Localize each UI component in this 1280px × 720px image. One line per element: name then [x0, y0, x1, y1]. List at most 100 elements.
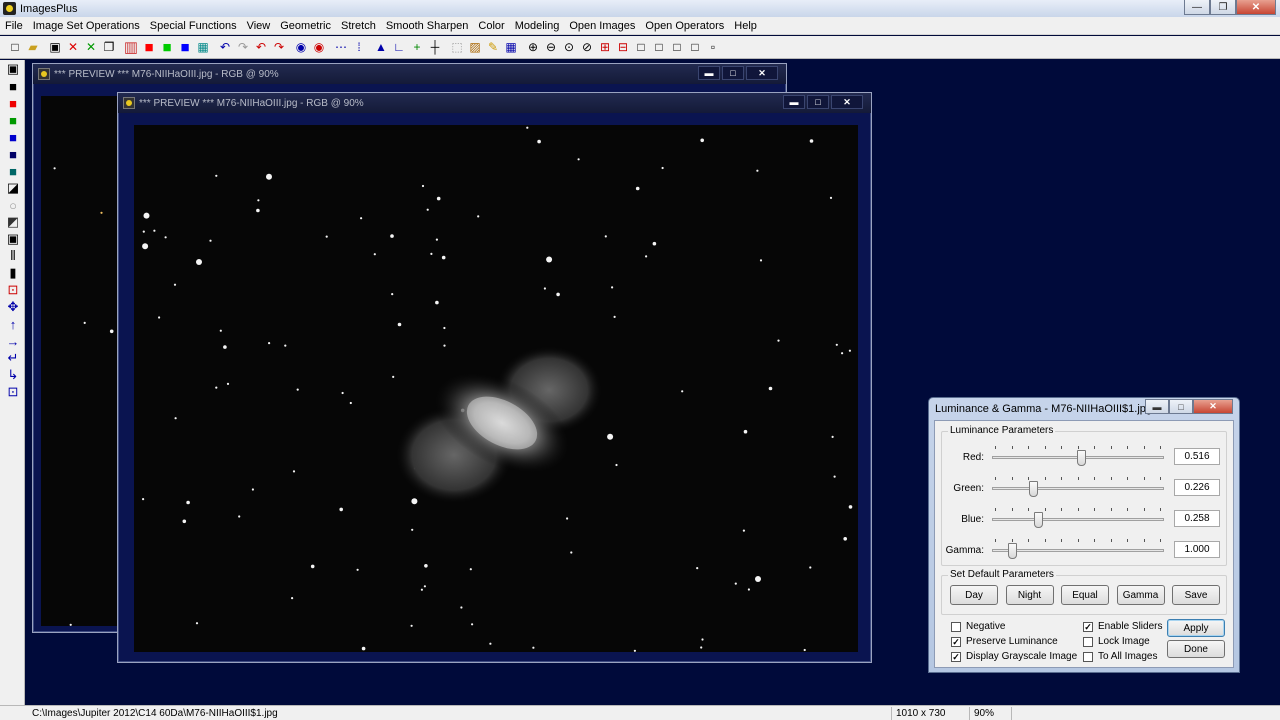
minimize-button[interactable]: —	[1184, 0, 1210, 15]
slider-thumb[interactable]	[1029, 481, 1039, 497]
dialog-maximize-button[interactable]: □	[1169, 399, 1193, 414]
red-channel-icon[interactable]: ■	[140, 38, 158, 56]
square-icon[interactable]: □	[650, 38, 668, 56]
preset-day-button[interactable]: Day	[950, 585, 998, 605]
undo-red-icon[interactable]: ↶	[252, 38, 270, 56]
checkbox-box[interactable]: ✓	[1083, 621, 1093, 632]
checkbox-display-grayscale-image[interactable]: ✓ Display Grayscale Image	[951, 651, 1077, 662]
align-icon[interactable]: ⁞	[350, 38, 368, 56]
slider-thumb[interactable]	[1034, 512, 1044, 528]
black-blue-icon[interactable]: ■	[4, 146, 22, 162]
maximize-button[interactable]: ❐	[1210, 0, 1236, 15]
dialog-close-button[interactable]: ✕	[1193, 399, 1233, 414]
checkbox-to-all-images[interactable]: To All Images	[1083, 651, 1157, 662]
menu-special-functions[interactable]: Special Functions	[145, 20, 242, 32]
slider-thumb[interactable]	[1008, 543, 1018, 559]
dialog-minimize-button[interactable]: ▬	[1145, 399, 1169, 414]
window-close-button[interactable]: ✕	[831, 95, 863, 109]
redo-red-icon[interactable]: ↷	[270, 38, 288, 56]
teal-square-icon[interactable]: ■	[4, 163, 22, 179]
crosshair-icon[interactable]: ┼	[426, 38, 444, 56]
menu-smooth-sharpen[interactable]: Smooth Sharpen	[381, 20, 474, 32]
circle-red-icon[interactable]: ◉	[310, 38, 328, 56]
menu-file[interactable]: File	[0, 20, 28, 32]
menu-geometric[interactable]: Geometric	[275, 20, 336, 32]
done-button[interactable]: Done	[1167, 640, 1225, 658]
preset-night-button[interactable]: Night	[1005, 585, 1054, 605]
preview-canvas-front[interactable]	[134, 125, 858, 652]
minus-red-icon[interactable]: ⊟	[614, 38, 632, 56]
window-maximize-button[interactable]: □	[722, 66, 744, 80]
save-icon[interactable]: ▣	[46, 38, 64, 56]
slider-value-field[interactable]: 0.258	[1174, 510, 1220, 527]
menu-image-set-operations[interactable]: Image Set Operations	[28, 20, 145, 32]
redo-icon[interactable]: ↷	[234, 38, 252, 56]
luminance-gamma-dialog[interactable]: Luminance & Gamma - M76-NIIHaOIII$1.jpg …	[928, 397, 1240, 673]
preview-window-front[interactable]: *** PREVIEW *** M76-NIIHaOIII.jpg - RGB …	[117, 92, 872, 663]
pencil-icon[interactable]: ✎	[484, 38, 502, 56]
zoom-fit-icon[interactable]: ⊙	[560, 38, 578, 56]
grid-icon[interactable]: ▦	[194, 38, 212, 56]
checkbox-box[interactable]: ✓	[951, 636, 961, 647]
checkbox-box[interactable]	[1083, 636, 1093, 647]
slider-value-field[interactable]: 0.226	[1174, 479, 1220, 496]
undo-icon[interactable]: ↶	[216, 38, 234, 56]
table-icon[interactable]: ▦	[502, 38, 520, 56]
new-icon[interactable]: □	[6, 38, 24, 56]
select-icon[interactable]: ⬚	[448, 38, 466, 56]
menu-open-operators[interactable]: Open Operators	[640, 20, 729, 32]
menu-stretch[interactable]: Stretch	[336, 20, 381, 32]
apply-button[interactable]: Apply	[1167, 619, 1225, 637]
red-r-icon[interactable]: ⊡	[4, 282, 22, 298]
slider-track[interactable]	[992, 487, 1164, 490]
box-icon[interactable]: ▣	[4, 231, 22, 247]
box-small-icon[interactable]: ⊡	[4, 384, 22, 400]
preset-equal-button[interactable]: Equal	[1061, 585, 1109, 605]
close-green-x-icon[interactable]: ✕	[82, 38, 100, 56]
axis-icon[interactable]: ∟	[390, 38, 408, 56]
checkbox-box[interactable]	[1083, 651, 1093, 662]
red-square-icon[interactable]: ■	[4, 95, 22, 111]
rgb-channels-icon[interactable]: ▥	[122, 38, 140, 56]
black-white-icon[interactable]: ◪	[4, 180, 22, 196]
black-bar-icon[interactable]: ▮	[4, 265, 22, 281]
open-icon[interactable]: ▰	[24, 38, 42, 56]
slider-thumb[interactable]	[1076, 450, 1086, 466]
preview-window-front-titlebar[interactable]: *** PREVIEW *** M76-NIIHaOIII.jpg - RGB …	[118, 93, 871, 113]
square-small-icon[interactable]: ▫	[704, 38, 722, 56]
blue-square-icon[interactable]: ■	[4, 129, 22, 145]
preview-window-back-titlebar[interactable]: *** PREVIEW *** M76-NIIHaOIII.jpg - RGB …	[33, 64, 786, 84]
histogram-icon[interactable]: ▲	[372, 38, 390, 56]
green-channel-icon[interactable]: ■	[158, 38, 176, 56]
checkbox-negative[interactable]: Negative	[951, 621, 1005, 632]
zoom-actual-icon[interactable]: ⊘	[578, 38, 596, 56]
copy-icon[interactable]: ❐	[100, 38, 118, 56]
window-minimize-button[interactable]: ▬	[698, 66, 720, 80]
square-icon[interactable]: □	[668, 38, 686, 56]
save-icon[interactable]: ▣	[4, 61, 22, 77]
checkbox-box[interactable]: ✓	[951, 651, 961, 662]
window-minimize-button[interactable]: ▬	[783, 95, 805, 109]
menu-modeling[interactable]: Modeling	[510, 20, 565, 32]
checkbox-lock-image[interactable]: Lock Image	[1083, 636, 1150, 647]
arrow-curve-left-icon[interactable]: ↵	[4, 350, 22, 366]
zoom-in-icon[interactable]: ⊕	[524, 38, 542, 56]
lines-icon[interactable]: ⫴	[4, 248, 22, 264]
gradient-icon[interactable]: ◩	[4, 214, 22, 230]
menu-color[interactable]: Color	[473, 20, 509, 32]
preset-gamma-button[interactable]: Gamma	[1116, 585, 1165, 605]
slider-track[interactable]	[992, 549, 1164, 552]
arrow-up-icon[interactable]: ↑	[4, 316, 22, 332]
square-icon[interactable]: □	[632, 38, 650, 56]
dots-icon[interactable]: ⋯	[332, 38, 350, 56]
green-square-icon[interactable]: ■	[4, 112, 22, 128]
gray-circle-icon[interactable]: ○	[4, 197, 22, 213]
arrow-right-icon[interactable]: →	[4, 333, 22, 349]
slider-value-field[interactable]: 1.000	[1174, 541, 1220, 558]
blue-channel-icon[interactable]: ■	[176, 38, 194, 56]
close-button[interactable]: ✕	[1236, 0, 1276, 15]
circle-icon[interactable]: ◉	[292, 38, 310, 56]
plus-green-icon[interactable]: +	[408, 38, 426, 56]
window-maximize-button[interactable]: □	[807, 95, 829, 109]
close-red-x-icon[interactable]: ✕	[64, 38, 82, 56]
